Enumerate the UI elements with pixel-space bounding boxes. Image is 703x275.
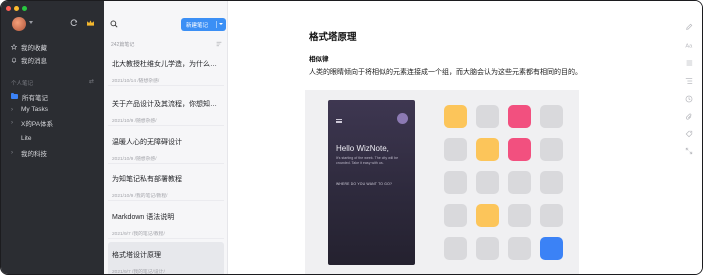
sidebar-item-messages[interactable]: 我的消息: [11, 55, 47, 65]
chevron-down-icon[interactable]: [29, 21, 33, 24]
tile-gray: [540, 105, 563, 128]
tile-gray: [444, 138, 467, 161]
sidebar-item-label: 我的消息: [21, 57, 47, 65]
sidebar-item-pa-system[interactable]: › X的PA体系: [11, 118, 54, 128]
note-title: 温暖人心的无障碍设计: [112, 139, 182, 146]
note-list-item[interactable]: 为知笔记私有部署教程 2021/10/9 /我的笔记/教程/: [108, 166, 224, 201]
app-window: 我的收藏 我的消息 个人笔记 ⇄ 所有笔记 › My Tasks › X的PA体…: [0, 0, 703, 275]
sidebar-item-label: My Tasks: [21, 106, 48, 113]
note-title: 关于产品设计及其流程，你想知道...: [112, 101, 222, 108]
search-icon[interactable]: [110, 20, 118, 28]
tile-gray: [444, 171, 467, 194]
tile-gray: [540, 171, 563, 194]
svg-text:Aa: Aa: [685, 43, 693, 49]
note-title: Markdown 语法说明: [112, 214, 175, 221]
note-meta: 2021/9/7 /我的笔记/教程/: [112, 232, 165, 237]
tile-gray: [444, 204, 467, 227]
minimize-window-button[interactable]: [14, 6, 19, 11]
note-list-item-active[interactable]: 格式塔设计原理 2021/9/7 /我的笔记/设计/: [108, 242, 224, 275]
note-count: 242篇笔记: [111, 42, 135, 48]
note-list-item[interactable]: Markdown 语法说明 2021/9/7 /我的笔记/教程/: [108, 204, 224, 239]
menu-icon: [336, 119, 342, 123]
document-title[interactable]: 格式塔原理: [309, 29, 357, 43]
tile-pink: [508, 105, 531, 128]
font-icon[interactable]: Aa: [685, 41, 693, 49]
sidebar-item-label: 我的科技: [21, 150, 47, 158]
image-sub-text: It's starting of the week. The city will…: [336, 156, 399, 165]
document-paragraph[interactable]: 人类的眼睛倾向于将相似的元素连接成一个组，而大脑会认为这些元素都有相同的目的。: [309, 67, 582, 77]
star-icon: [11, 43, 17, 50]
sidebar-item-favorites[interactable]: 我的收藏: [11, 42, 47, 52]
note-list-item[interactable]: 关于产品设计及其流程，你想知道... 2021/10/9 /随想杂感/: [108, 91, 224, 126]
tag-icon[interactable]: [685, 130, 693, 138]
note-title: 北大教授杜维女儿学造，为什么学...: [112, 61, 222, 68]
avatar-dot: [397, 113, 408, 124]
chevron-right-icon[interactable]: ›: [11, 120, 17, 126]
folder-icon: [11, 92, 18, 99]
sidebar-item-label: 我的收藏: [21, 44, 47, 52]
sidebar-item-my-tasks[interactable]: › My Tasks: [11, 105, 48, 114]
sync-icon[interactable]: [70, 19, 78, 27]
new-note-button[interactable]: 新建笔记: [181, 18, 226, 31]
sidebar-item-label: 所有笔记: [22, 94, 48, 102]
note-list-item[interactable]: 北大教授杜维女儿学造，为什么学... 2021/10/14 /随想杂感/: [108, 51, 224, 86]
note-meta: 2021/10/14 /随想杂感/: [112, 79, 160, 84]
bell-icon: [11, 57, 17, 63]
attachment-icon[interactable]: [685, 113, 693, 121]
sort-icon[interactable]: [216, 41, 222, 47]
sidebar: 我的收藏 我的消息 个人笔记 ⇄ 所有笔记 › My Tasks › X的PA体…: [1, 1, 104, 274]
sidebar-item-all-notes[interactable]: 所有笔记: [11, 92, 48, 102]
note-list-panel: 新建笔记 242篇笔记 北大教授杜维女儿学造，为什么学... 2021/10/1…: [104, 1, 228, 275]
note-meta: 2021/10/9 /我的笔记/教程/: [112, 194, 168, 199]
note-title: 为知笔记私有部署教程: [112, 176, 182, 183]
history-icon[interactable]: [685, 95, 693, 103]
chevron-down-icon[interactable]: [219, 23, 223, 25]
tile-yellow: [476, 138, 499, 161]
note-title: 格式塔设计原理: [112, 252, 161, 259]
tile-gray: [476, 171, 499, 194]
edit-icon[interactable]: [685, 23, 693, 31]
sidebar-item-label: X的PA体系: [21, 120, 54, 128]
crown-icon[interactable]: [86, 19, 95, 27]
note-meta: 2021/10/9 /随想杂感/: [112, 119, 157, 124]
outline-icon[interactable]: [685, 77, 693, 85]
tile-gray: [444, 237, 467, 260]
tile-pink: [508, 138, 531, 161]
tile-gray: [540, 138, 563, 161]
note-meta: 2021/10/9 /随想杂感/: [112, 157, 157, 162]
zoom-window-button[interactable]: [22, 6, 27, 11]
chevron-right-icon[interactable]: ›: [11, 150, 17, 156]
chevron-right-icon[interactable]: ›: [11, 107, 17, 113]
sidebar-item-lite[interactable]: Lite: [11, 134, 31, 143]
editor-pane[interactable]: 格式塔原理 相似律 人类的眼睛倾向于将相似的元素连接成一个组，而大脑会认为这些元…: [228, 1, 702, 274]
image-hello-text: Hello WizNote,: [336, 144, 389, 153]
expand-icon[interactable]: [685, 147, 693, 155]
section-label-personal-notes: 个人笔记: [11, 81, 34, 87]
tile-blue: [540, 237, 563, 260]
tile-gray: [508, 237, 531, 260]
tile-yellow: [444, 105, 467, 128]
tile-gray: [476, 105, 499, 128]
document-heading[interactable]: 相似律: [309, 53, 329, 63]
window-controls: [6, 6, 27, 11]
note-list-item[interactable]: 温暖人心的无障碍设计 2021/10/9 /随想杂感/: [108, 129, 224, 164]
sidebar-item-my-tech[interactable]: › 我的科技: [11, 148, 47, 158]
switch-icon[interactable]: ⇄: [89, 78, 94, 85]
close-window-button[interactable]: [6, 6, 11, 11]
list-icon[interactable]: [685, 59, 693, 67]
tile-gray: [476, 237, 499, 260]
tile-gray: [508, 204, 531, 227]
image-cta-text: WHERE DO YOU WANT TO GO?: [336, 182, 393, 186]
note-meta: 2021/9/7 /我的笔记/设计/: [112, 270, 165, 275]
avatar[interactable]: [12, 17, 26, 31]
tile-gray: [508, 171, 531, 194]
new-note-label: 新建笔记: [186, 22, 209, 29]
sidebar-item-label: Lite: [21, 135, 32, 142]
tile-gray: [540, 204, 563, 227]
tile-yellow: [476, 204, 499, 227]
phone-mockup: Hello WizNote, It's starting of the week…: [328, 100, 415, 265]
